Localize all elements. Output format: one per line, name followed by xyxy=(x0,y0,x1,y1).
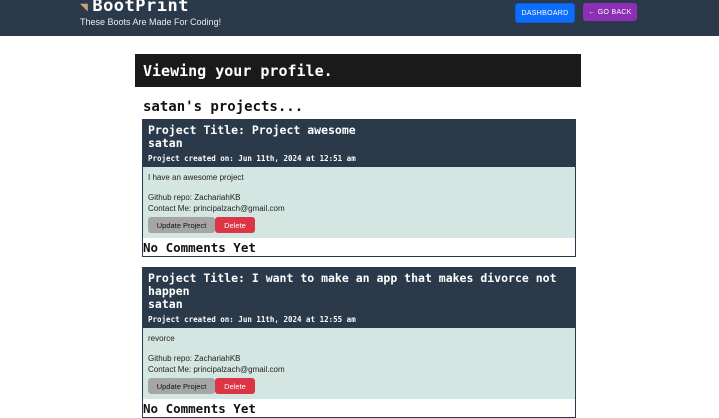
project-description: I have an awesome project xyxy=(148,173,244,182)
project-created-date: Project created on: Jun 11th, 2024 at 12… xyxy=(148,315,356,324)
update-project-button[interactable]: Update Project xyxy=(148,217,215,233)
project-actions: Update Project Delete xyxy=(148,217,570,233)
project-created-date: Project created on: Jun 11th, 2024 at 12… xyxy=(148,154,356,163)
project-card-header: Project Title: I want to make an app tha… xyxy=(143,268,575,328)
project-description: revorce xyxy=(148,334,175,343)
project-card: Project Title: I want to make an app tha… xyxy=(142,267,576,418)
project-actions: Update Project Delete xyxy=(148,378,570,394)
github-repo: Github repo: ZachariahKB xyxy=(148,354,241,363)
profile-title-bar: Viewing your profile. xyxy=(135,54,581,87)
projects-heading: satan's projects... xyxy=(143,99,304,115)
contact-email: Contact Me: principalzach@gmail.com xyxy=(148,204,285,213)
brand-name: BootPrint xyxy=(92,0,189,16)
tagline: These Boots Are Made For Coding! xyxy=(80,17,222,27)
delete-project-button[interactable]: Delete xyxy=(215,217,255,233)
project-title: Project Title: Project awesome xyxy=(148,123,356,137)
top-navbar: ◥ BootPrint These Boots Are Made For Codi… xyxy=(0,0,719,36)
page-title: Viewing your profile. xyxy=(143,62,333,80)
brand-logo[interactable]: ◥ BootPrint xyxy=(80,0,189,16)
project-card: Project Title: Project awesome satan Pro… xyxy=(142,119,576,257)
project-card-header: Project Title: Project awesome satan Pro… xyxy=(143,120,575,167)
dashboard-button[interactable]: DASHBOARD xyxy=(515,3,575,23)
project-card-body: I have an awesome project Github repo: Z… xyxy=(143,167,575,238)
project-author: satan xyxy=(148,297,183,311)
comments-status: No Comments Yet xyxy=(143,240,256,255)
comments-status: No Comments Yet xyxy=(143,401,256,416)
project-author: satan xyxy=(148,136,183,150)
update-project-button[interactable]: Update Project xyxy=(148,378,215,394)
boot-icon: ◥ xyxy=(80,0,89,15)
go-back-button[interactable]: ← GO BACK xyxy=(583,3,637,21)
github-repo: Github repo: ZachariahKB xyxy=(148,193,241,202)
delete-project-button[interactable]: Delete xyxy=(215,378,255,394)
project-card-body: revorce Github repo: ZachariahKB Contact… xyxy=(143,328,575,399)
project-title: Project Title: I want to make an app tha… xyxy=(148,271,557,298)
contact-email: Contact Me: principalzach@gmail.com xyxy=(148,365,285,374)
